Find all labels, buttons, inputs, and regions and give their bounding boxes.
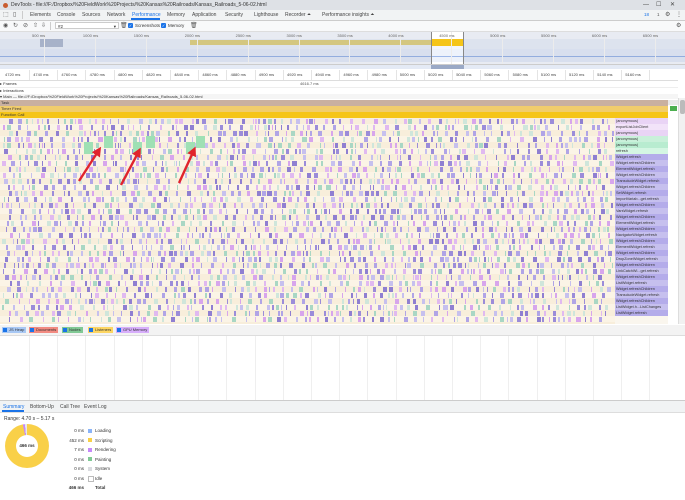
legend-value-total: 466 ms — [68, 485, 84, 490]
annotation-arrows — [77, 146, 196, 186]
track-toggle-nodes[interactable]: Nodes — [62, 327, 83, 333]
legend-value-loading: 0 ms — [74, 428, 84, 433]
legend-swatch-scripting — [88, 438, 92, 443]
memory-gridline — [564, 336, 566, 400]
track-toggle-listeners[interactable]: Listeners — [88, 327, 114, 333]
track-label: JS Heap — [9, 327, 25, 332]
memory-gridline — [395, 336, 397, 400]
legend-value-system: 0 ms — [74, 466, 84, 471]
legend-swatch-painting — [88, 457, 92, 462]
legend-label-system: System — [95, 466, 111, 471]
legend-swatch-system — [88, 466, 92, 471]
track-checkbox[interactable] — [89, 328, 93, 332]
legend-label-loading: Loading — [95, 428, 112, 433]
summary-total-center: 466 ms — [16, 435, 38, 457]
legend-label-total: Total — [95, 485, 106, 490]
red-arrow-2 — [119, 147, 141, 186]
legend-swatch-idle — [88, 476, 94, 483]
memory-gridline — [339, 336, 341, 400]
track-checkbox[interactable] — [117, 328, 121, 332]
tab-event-log[interactable]: Event Log — [84, 404, 107, 410]
track-toggle-gpu-memory[interactable]: GPU Memory — [116, 327, 150, 333]
memory-gridline — [367, 336, 369, 400]
legend-swatch-rendering — [88, 447, 92, 452]
memory-gridline — [649, 336, 651, 400]
legend-value-idle: 0 ms — [74, 475, 84, 481]
red-arrow-3 — [177, 146, 196, 184]
memory-gridline — [226, 336, 228, 400]
memory-gridline — [85, 336, 87, 400]
memory-gridline — [113, 336, 115, 400]
memory-gridline — [198, 336, 200, 400]
legend-value-scripting: 452 ms — [69, 437, 84, 443]
red-arrow-1 — [77, 146, 102, 182]
memory-gridline — [311, 336, 312, 400]
track-checkbox[interactable] — [63, 328, 67, 332]
legend-label-rendering: Rendering — [95, 447, 116, 452]
active-summary-tab-indicator — [2, 410, 24, 412]
legend-value-painting: 0 ms — [74, 456, 84, 462]
track-label: Nodes — [69, 327, 81, 332]
track-label: Documents — [36, 327, 57, 332]
details-tab-bar: Summary Bottom-Up Call Tree Event Log — [0, 401, 685, 413]
legend-label-painting: Painting — [95, 456, 112, 462]
track-checkbox[interactable] — [30, 328, 34, 332]
memory-gridline — [57, 336, 59, 400]
memory-gridline — [141, 336, 143, 400]
memory-counters-bar: JS Heap Documents Nodes Listeners GPU Memory — [0, 325, 685, 336]
track-toggle-js-heap[interactable]: JS Heap — [2, 327, 27, 333]
memory-gridline — [536, 336, 538, 400]
legend-label-idle: Idle — [95, 475, 103, 481]
legend-label-scripting: Scripting — [95, 437, 113, 443]
track-label: GPU Memory — [123, 327, 148, 332]
legend-swatch-loading — [88, 428, 92, 433]
memory-gridline — [480, 336, 482, 400]
memory-gridline — [593, 336, 594, 400]
tab-bottom-up[interactable]: Bottom-Up — [30, 404, 54, 410]
memory-gridline — [29, 336, 30, 400]
memory-gridline — [621, 336, 623, 400]
summary-range: Range: 4.70 s – 5.17 s — [4, 416, 55, 422]
track-label: Listeners — [95, 327, 112, 332]
memory-graph-area — [0, 336, 685, 401]
memory-gridline — [423, 336, 425, 400]
tab-call-tree[interactable]: Call Tree — [60, 404, 80, 410]
memory-gridline — [282, 336, 284, 400]
memory-gridline — [452, 336, 453, 400]
memory-gridline — [508, 336, 510, 400]
track-toggle-documents[interactable]: Documents — [29, 327, 59, 333]
legend-value-rendering: 7 ms — [74, 447, 84, 452]
track-checkbox[interactable] — [3, 328, 7, 332]
memory-gridline — [170, 336, 171, 400]
memory-gridline — [254, 336, 256, 400]
